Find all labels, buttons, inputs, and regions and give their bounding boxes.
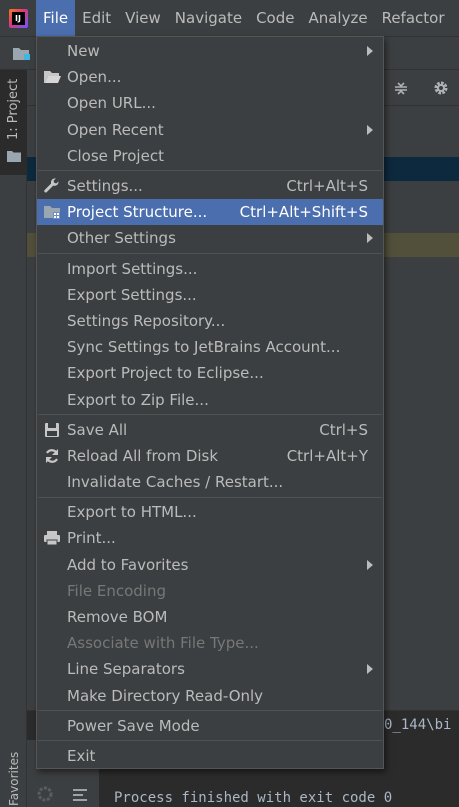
menu-item-label: Add to Favorites [67,555,189,574]
menu-item-invalidate-caches[interactable]: Invalidate Caches / Restart... [37,469,383,495]
menu-item-label: Exit [67,746,96,765]
menu-item-remove-bom[interactable]: Remove BOM [37,604,383,630]
file-menu-dropdown: New Open... Open URL... Open Recent Clos… [36,36,384,769]
intellij-logo-icon[interactable]: IJ [0,0,36,36]
menu-item-shortcut: Ctrl+S [319,420,368,439]
menu-item-label: Export to Zip File... [67,390,209,409]
gear-icon[interactable] [433,80,449,100]
submenu-arrow-icon [367,46,373,57]
menu-item-label: Project Structure... [67,203,208,222]
menu-item-label: Close Project [67,146,164,165]
console-output: Process finished with exit code 0 [114,790,393,806]
menu-navigate[interactable]: Navigate [168,0,249,36]
menu-item-line-separators[interactable]: Line Separators [37,656,383,682]
menu-item-file-encoding: File Encoding [37,578,383,604]
submenu-arrow-icon [367,124,373,135]
project-structure-icon [42,199,62,225]
menu-item-label: Power Save Mode [67,716,200,735]
menu-item-project-structure[interactable]: Project Structure... Ctrl+Alt+Shift+S [37,199,383,226]
menu-item-settings[interactable]: Settings... Ctrl+Alt+S [37,173,383,199]
project-tab-label: 1: Project [6,78,21,140]
menu-item-label: Export Settings... [67,285,197,304]
menu-item-add-favorites[interactable]: Add to Favorites [37,552,383,578]
menu-item-export-html[interactable]: Export to HTML... [37,499,383,525]
menu-item-export-settings[interactable]: Export Settings... [37,282,383,308]
menu-item-sync-settings[interactable]: Sync Settings to JetBrains Account... [37,334,383,360]
menu-item-label: Import Settings... [67,259,198,278]
collapse-all-icon[interactable] [393,80,409,100]
soft-wrap-icon[interactable] [72,788,88,806]
menu-item-label: Settings Repository... [67,311,226,330]
menu-item-label: Export Project to Eclipse... [67,364,264,383]
menu-item-label: Settings... [67,177,143,196]
menu-item-open-url[interactable]: Open URL... [37,90,383,116]
favorites-tab-label[interactable]: Favorites [7,752,21,806]
menu-item-label: Make Directory Read-Only [67,686,264,705]
menu-item-power-save[interactable]: Power Save Mode [37,713,383,739]
menu-edit[interactable]: Edit [75,0,118,36]
menu-item-save-all[interactable]: Save All Ctrl+S [37,417,383,443]
left-tool-stripe [0,70,27,807]
project-tool-tab[interactable]: 1: Project [0,70,27,175]
menu-code[interactable]: Code [249,0,301,36]
folder-open-icon [42,64,62,90]
menu-item-settings-repository[interactable]: Settings Repository... [37,308,383,334]
menu-item-reload-all[interactable]: Reload All from Disk Ctrl+Alt+Y [37,443,383,469]
main-menubar: IJ File Edit View Navigate Code Analyze … [0,0,459,37]
menu-item-label: Open URL... [67,94,156,113]
menu-item-exit[interactable]: Exit [37,743,383,769]
refresh-icon [42,443,62,469]
menu-item-import-settings[interactable]: Import Settings... [37,256,383,282]
submenu-arrow-icon [367,664,373,675]
settings-icon[interactable] [36,785,54,807]
menu-item-export-zip[interactable]: Export to Zip File... [37,386,383,412]
folder-icon[interactable] [12,45,30,61]
menu-item-label: Open... [67,68,122,87]
menu-item-label: Reload All from Disk [67,446,219,465]
menu-item-label: Export to HTML... [67,503,197,522]
menu-item-shortcut: Ctrl+Alt+Shift+S [239,203,368,222]
menu-item-export-eclipse[interactable]: Export Project to Eclipse... [37,360,383,386]
menu-item-label: New [67,42,100,61]
menu-refactor[interactable]: Refactor [375,0,452,36]
menu-item-label: Associate with File Type... [67,634,259,653]
printer-icon [42,525,62,551]
menu-item-label: Sync Settings to JetBrains Account... [67,338,341,357]
menu-item-open[interactable]: Open... [37,64,383,90]
menu-item-make-readonly[interactable]: Make Directory Read-Only [37,683,383,709]
menu-item-label: Other Settings [67,229,176,248]
menu-item-close-project[interactable]: Close Project [37,143,383,169]
menu-item-label: File Encoding [67,581,166,600]
folder-icon [7,148,21,166]
menu-item-shortcut: Ctrl+Alt+Y [286,446,368,465]
menu-item-label: Save All [67,420,128,439]
menu-item-label: Print... [67,529,116,548]
menu-item-label: Open Recent [67,120,164,139]
menu-item-shortcut: Ctrl+Alt+S [286,177,368,196]
menu-item-associate-file-type: Associate with File Type... [37,630,383,656]
run-path-text: 0_144\bi [384,717,452,733]
menu-item-label: Line Separators [67,660,185,679]
wrench-icon [42,173,62,199]
submenu-arrow-icon [367,233,373,244]
menu-item-label: Remove BOM [67,608,168,627]
menu-item-label: Invalidate Caches / Restart... [67,473,284,492]
menu-item-other-settings[interactable]: Other Settings [37,225,383,251]
menu-item-open-recent[interactable]: Open Recent [37,117,383,143]
menu-view[interactable]: View [118,0,168,36]
menu-item-new[interactable]: New [37,38,383,64]
menu-file[interactable]: File [36,0,76,36]
menu-analyze[interactable]: Analyze [301,0,374,36]
save-icon [42,417,62,443]
submenu-arrow-icon [367,559,373,570]
menu-item-print[interactable]: Print... [37,525,383,551]
